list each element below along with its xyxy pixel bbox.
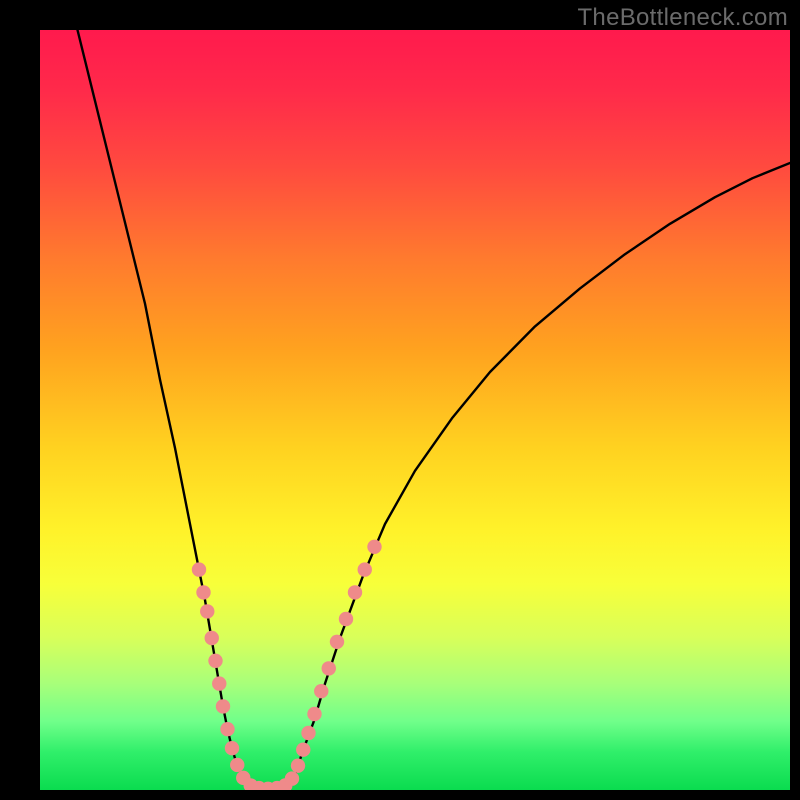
highlight-dot <box>196 585 210 599</box>
highlight-dot <box>291 758 305 772</box>
highlight-dot <box>358 562 372 576</box>
highlight-dot <box>225 741 239 755</box>
highlight-dot <box>322 661 336 675</box>
highlight-dot <box>230 758 244 772</box>
curve-right <box>288 163 791 786</box>
highlight-dot <box>296 743 310 757</box>
highlight-dot <box>330 635 344 649</box>
highlight-dot <box>216 699 230 713</box>
plot-area <box>40 30 790 790</box>
attribution-text: TheBottleneck.com <box>577 4 788 32</box>
highlight-dot <box>212 676 226 690</box>
highlight-dot <box>205 631 219 645</box>
highlight-dot <box>339 612 353 626</box>
highlight-dots <box>192 540 382 790</box>
highlight-dot <box>220 722 234 736</box>
curve-left <box>78 30 251 786</box>
highlight-dot <box>200 604 214 618</box>
highlight-dot <box>208 654 222 668</box>
highlight-dot <box>301 726 315 740</box>
highlight-dot <box>314 684 328 698</box>
highlight-dot <box>192 562 206 576</box>
plot-svg <box>40 30 790 790</box>
highlight-dot <box>367 540 381 554</box>
highlight-dot <box>307 707 321 721</box>
highlight-dot <box>348 585 362 599</box>
highlight-dot <box>285 771 299 785</box>
chart-frame: TheBottleneck.com <box>0 0 800 800</box>
